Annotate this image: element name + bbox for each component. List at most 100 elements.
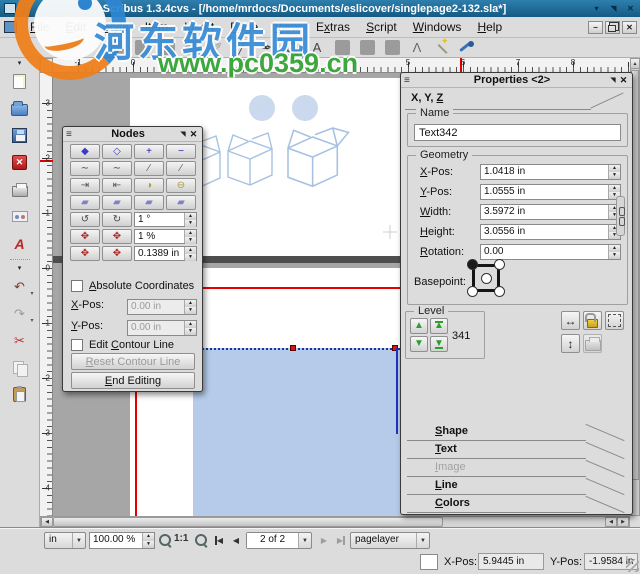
- dropdown-arrow-icon[interactable]: [30, 317, 33, 324]
- insert-bezier-curve-button[interactable]: ✒: [256, 39, 278, 57]
- zoom-reset-button[interactable]: 1:1: [174, 533, 188, 544]
- undo-button[interactable]: ↶: [7, 274, 33, 299]
- move-control-point-button[interactable]: ◇: [102, 144, 132, 159]
- measurements-button[interactable]: Λ: [406, 39, 428, 57]
- open-box-drawing-3[interactable]: [287, 126, 350, 188]
- scroll-left-icon[interactable]: [41, 517, 53, 527]
- menu-help[interactable]: Help: [469, 17, 510, 38]
- open-document-button[interactable]: [7, 96, 33, 121]
- geometry-ypos-spin[interactable]: 1.0555 in: [480, 184, 621, 200]
- tab-line[interactable]: Line: [405, 477, 630, 495]
- reset-control-points-button[interactable]: ∼: [70, 161, 100, 176]
- mdi-restore-button[interactable]: [605, 20, 620, 34]
- props-tab-label[interactable]: X, Y, Z: [411, 92, 443, 104]
- basepoint-top-left[interactable]: [467, 259, 478, 270]
- horizontal-scrollbar[interactable]: [40, 516, 630, 528]
- raise-to-top-button[interactable]: ▲: [430, 318, 448, 334]
- geometry-xpos-spin[interactable]: 1.0418 in: [480, 164, 621, 180]
- palette-close-icon[interactable]: [188, 129, 199, 140]
- redo-button[interactable]: ↷: [7, 301, 33, 326]
- mirror-shape-vertical-button[interactable]: ▰: [102, 195, 132, 210]
- spin-down-icon[interactable]: [609, 172, 620, 179]
- delete-node-button[interactable]: −: [166, 144, 196, 159]
- basepoint-bottom-right[interactable]: [494, 286, 505, 297]
- document-window-icon[interactable]: [4, 21, 17, 33]
- palette-shade-icon[interactable]: [608, 76, 618, 84]
- window-shade-button[interactable]: [606, 2, 621, 15]
- spin-down-icon[interactable]: [185, 254, 196, 261]
- spin-down-icon[interactable]: [143, 540, 154, 548]
- print-document-button[interactable]: [7, 177, 33, 202]
- title-bar[interactable]: Scribus 1.3.4cvs - [/home/mrdocs/Documen…: [0, 0, 640, 17]
- rotate-cw-button[interactable]: ↻: [102, 212, 132, 227]
- link-width-height-icon[interactable]: [616, 196, 625, 236]
- shrink-shape-value-button[interactable]: ✥: [102, 246, 132, 261]
- basepoint-center[interactable]: [480, 272, 492, 284]
- eyedropper-button[interactable]: [456, 39, 478, 57]
- menu-windows[interactable]: Windows: [405, 17, 470, 38]
- tab-colors[interactable]: Colors: [405, 495, 630, 513]
- insert-image-frame-button[interactable]: [156, 39, 178, 57]
- scroll-right-icon[interactable]: [617, 517, 629, 527]
- lower-level-button[interactable]: ▼: [410, 336, 428, 352]
- mdi-close-button[interactable]: [622, 20, 637, 34]
- circle-shape-1[interactable]: [249, 95, 275, 121]
- raise-level-button[interactable]: ▲: [410, 318, 428, 334]
- insert-shape-button[interactable]: ✐: [206, 39, 228, 57]
- menu-view[interactable]: View: [266, 17, 308, 38]
- menu-file[interactable]: File: [22, 17, 57, 38]
- tab-text[interactable]: Text: [405, 441, 630, 459]
- window-close-button[interactable]: [623, 2, 638, 15]
- save-document-button[interactable]: [7, 123, 33, 148]
- palette-shade-icon[interactable]: [178, 130, 188, 138]
- spin-up-icon[interactable]: [143, 533, 154, 541]
- properties-panel[interactable]: Properties <2> X, Y, Z Name Text342 Geom…: [400, 72, 633, 515]
- lock-size-button[interactable]: [605, 311, 624, 330]
- move-node-button[interactable]: ◆: [70, 144, 100, 159]
- end-editing-button[interactable]: End Editing: [71, 372, 195, 389]
- spin-up-icon[interactable]: [609, 165, 620, 172]
- tab-shape[interactable]: Shape: [405, 423, 630, 441]
- new-document-button[interactable]: [7, 69, 33, 94]
- reset-this-control-point-button[interactable]: ∼: [102, 161, 132, 176]
- menu-item[interactable]: Item: [137, 17, 176, 38]
- palette-menu-icon[interactable]: [404, 75, 416, 86]
- window-minimize-button[interactable]: [589, 2, 604, 15]
- basepoint-selector[interactable]: [466, 258, 506, 298]
- close-document-button[interactable]: [7, 150, 33, 175]
- spin-down-icon[interactable]: [185, 237, 196, 244]
- item-name-input[interactable]: Text342: [414, 124, 621, 141]
- shear-path-left-button[interactable]: ⇤: [102, 178, 132, 193]
- edit-toolbar-handle[interactable]: [7, 265, 33, 273]
- enlarge-shape-value-button[interactable]: ✥: [70, 246, 100, 261]
- flip-horizontal-button[interactable]: ↔: [561, 311, 580, 330]
- basepoint-bottom-left[interactable]: [467, 286, 478, 297]
- nodes-title-bar[interactable]: Nodes: [63, 127, 202, 142]
- select-item-button[interactable]: [106, 39, 128, 57]
- previous-page-button[interactable]: [228, 532, 244, 549]
- last-page-button[interactable]: [332, 532, 348, 549]
- unit-combo[interactable]: in: [44, 532, 86, 549]
- cut-button[interactable]: ✂: [7, 328, 33, 353]
- horizontal-scroll-thumb[interactable]: [53, 517, 443, 527]
- first-page-button[interactable]: [212, 532, 228, 549]
- rotate-item-button[interactable]: [381, 39, 403, 57]
- spin-down-icon[interactable]: [185, 220, 196, 227]
- zoom-out-icon[interactable]: [158, 533, 172, 547]
- palette-close-icon[interactable]: [618, 75, 629, 86]
- mdi-minimize-button[interactable]: [588, 20, 603, 34]
- copy-button[interactable]: [7, 355, 33, 380]
- horizontal-ruler[interactable]: -1 0 1 2 3 4 5 6 7 8: [53, 58, 632, 73]
- mirror-shape-horizontal-button[interactable]: ▰: [70, 195, 100, 210]
- rotate-ccw-button[interactable]: ↺: [70, 212, 100, 227]
- palette-menu-icon[interactable]: [66, 129, 78, 140]
- shrink-shape-button[interactable]: ✥: [102, 229, 132, 244]
- nodes-palette[interactable]: Nodes ◆ ◇ + − ∼ ∼ ∕ ∕ ⇥ ⇤ ◑ ⊖ ▰ ▰ ▰ ▰ ↺ ↻ 1 ° ✥ ✥ 1 % ✥ ✥ 0.138…: [62, 126, 203, 392]
- insert-table-button[interactable]: [181, 39, 203, 57]
- geometry-width-spin[interactable]: 3.5972 in: [480, 204, 621, 220]
- zoom-in-icon[interactable]: [194, 533, 208, 547]
- spin-down-icon[interactable]: [609, 252, 620, 259]
- zoom-tool-button[interactable]: [281, 39, 303, 57]
- dropdown-arrow-icon[interactable]: [30, 290, 33, 297]
- window-icon[interactable]: [4, 3, 16, 14]
